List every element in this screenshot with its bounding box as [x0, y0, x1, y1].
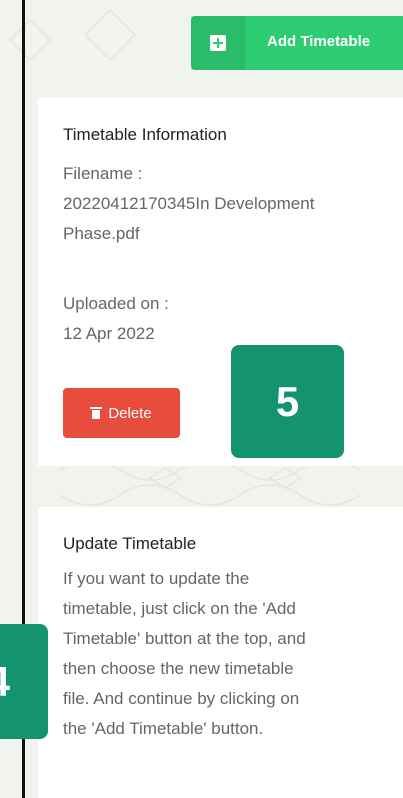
step-badge-5: 5 — [231, 345, 344, 458]
timetable-information-card: Timetable Information Filename : 2022041… — [38, 98, 403, 466]
instruction-line: timetable, just click on the 'Add — [63, 599, 296, 618]
plus-square-icon — [191, 16, 245, 70]
filename-value-line1: 20220412170345In Development — [63, 194, 315, 213]
update-instructions: If you want to update the timetable, jus… — [63, 564, 398, 744]
instruction-line: file. And continue by clicking on — [63, 689, 300, 708]
instruction-line: Timetable' button at the top, and — [63, 629, 306, 648]
filename-label: Filename : — [63, 164, 143, 183]
page-frame: Add Timetable Timetable Information File… — [0, 0, 403, 798]
instruction-line: then choose the new timetable — [63, 659, 294, 678]
instruction-line: If you want to update the — [63, 569, 250, 588]
instruction-line: the 'Add Timetable' button. — [63, 719, 264, 738]
update-card-title: Update Timetable — [63, 534, 197, 553]
trash-icon — [90, 407, 103, 419]
delete-button[interactable]: Delete — [63, 388, 180, 438]
uploaded-label: Uploaded on : — [63, 294, 169, 313]
add-timetable-label: Add Timetable — [267, 33, 371, 50]
uploaded-value: 12 Apr 2022 — [63, 324, 155, 343]
step-badge-4: 4 — [0, 624, 48, 739]
filename-value-line2: Phase.pdf — [63, 224, 140, 243]
update-timetable-card: Update Timetable If you want to update t… — [38, 507, 403, 798]
card-title: Timetable Information — [63, 125, 227, 144]
uploaded-block: Uploaded on : 12 Apr 2022 — [63, 289, 169, 349]
add-timetable-button[interactable]: Add Timetable — [191, 16, 403, 70]
filename-block: Filename : 20220412170345In Development … — [63, 159, 314, 249]
delete-label: Delete — [108, 404, 152, 422]
